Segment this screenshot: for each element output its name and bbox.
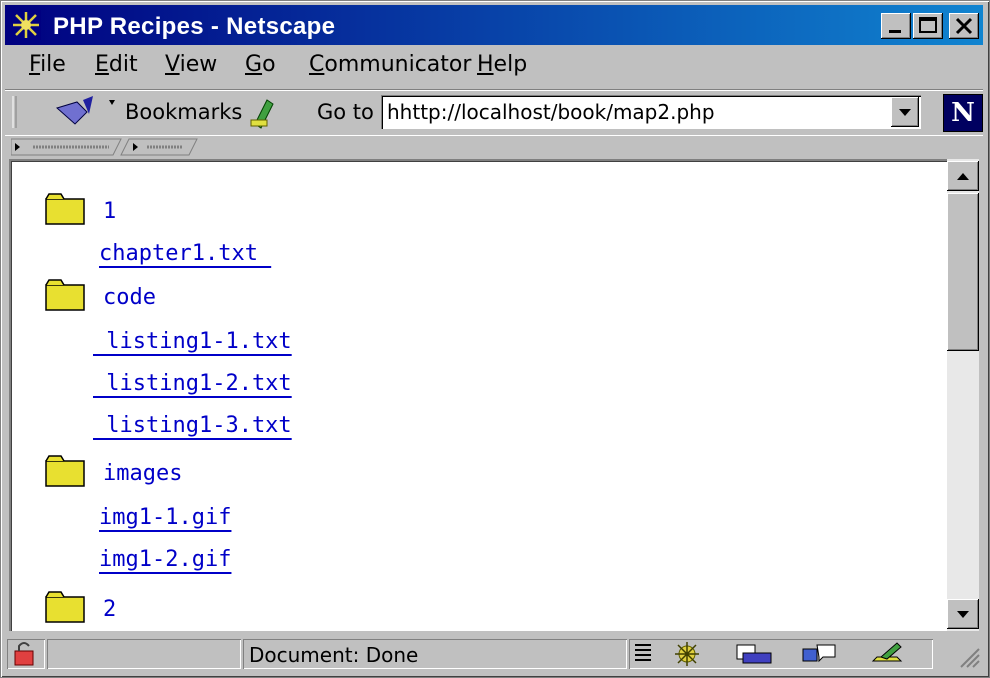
chevron-down-icon [899,109,911,116]
progress-bar [47,639,241,669]
minimize-button[interactable] [881,13,911,39]
url-dropdown-button[interactable] [891,97,919,127]
menu-edit[interactable]: Edit [95,52,138,77]
scroll-up-button[interactable] [947,161,979,191]
menu-communicator[interactable]: Communicator [309,52,471,77]
directory-name: images [103,461,183,486]
folder-icon [45,455,85,487]
window-title: PHP Recipes - Netscape [53,13,336,40]
bookmarks-label[interactable]: Bookmarks [125,100,242,124]
file-link[interactable]: listing1-2.txt [93,371,291,396]
security-indicator[interactable] [7,639,45,669]
vertical-scrollbar[interactable] [947,159,979,631]
toolbar-grip-icon[interactable] [11,94,19,130]
netscape-logo-icon[interactable]: N [943,94,983,132]
menu-go[interactable]: Go [245,52,276,77]
browser-window: PHP Recipes - Netscape File Edit View Go… [0,0,990,678]
discussions-icon[interactable] [802,644,836,663]
file-link[interactable]: listing1-3.txt [93,413,291,438]
toolbar-tab-1[interactable] [11,138,122,156]
location-toolbar: Bookmarks Go to hhttp://localhost/book/m… [5,89,983,134]
status-text: Document: Done [249,643,419,667]
toolbar-tab-2[interactable] [120,138,198,156]
component-bar [629,639,933,669]
menu-file[interactable]: File [29,52,66,77]
page-content: 1 chapter1.txt code listing1-1.txt listi… [9,159,947,631]
menu-help[interactable]: Help [477,52,527,77]
folder-icon [45,591,85,623]
bookmarks-icon[interactable] [53,94,117,135]
directory-name: 2 [103,597,117,622]
maximize-button[interactable] [913,13,943,39]
mail-icon[interactable] [736,644,772,664]
directory-name: 1 [103,199,117,224]
close-button[interactable] [949,13,979,39]
component-bar-grip-icon[interactable] [635,644,651,661]
status-panel: Document: Done [243,639,627,669]
url-text[interactable]: hhttp://localhost/book/map2.php [387,100,715,124]
folder-icon [45,193,85,225]
maximize-icon [919,17,937,33]
unlocked-padlock-icon [14,642,34,666]
arrow-down-icon [957,611,969,618]
file-link[interactable]: chapter1.txt [99,241,271,266]
title-bar[interactable]: PHP Recipes - Netscape [5,5,983,45]
navigator-icon[interactable] [675,642,699,666]
page-proxy-icon[interactable] [249,94,279,135]
url-input[interactable]: hhttp://localhost/book/map2.php [381,95,921,129]
scroll-down-button[interactable] [947,599,979,629]
arrow-up-icon [957,173,969,180]
minimize-icon [889,30,901,33]
close-icon [955,17,973,35]
netscape-icon [11,10,41,40]
directory-name: code [103,285,156,310]
resize-grip-icon[interactable] [953,641,983,671]
composer-icon[interactable] [871,642,903,662]
collapsed-toolbar-tabs [5,135,983,158]
scroll-thumb[interactable] [947,193,979,351]
file-link[interactable]: listing1-1.txt [93,329,291,354]
menu-bar: File Edit View Go Communicator Help [5,47,983,85]
file-link[interactable]: img1-2.gif [99,547,231,572]
goto-label: Go to [317,100,374,124]
file-link[interactable]: img1-1.gif [99,505,231,530]
status-bar: Document: Done [5,637,983,673]
folder-icon [45,279,85,311]
menu-view[interactable]: View [165,52,217,77]
